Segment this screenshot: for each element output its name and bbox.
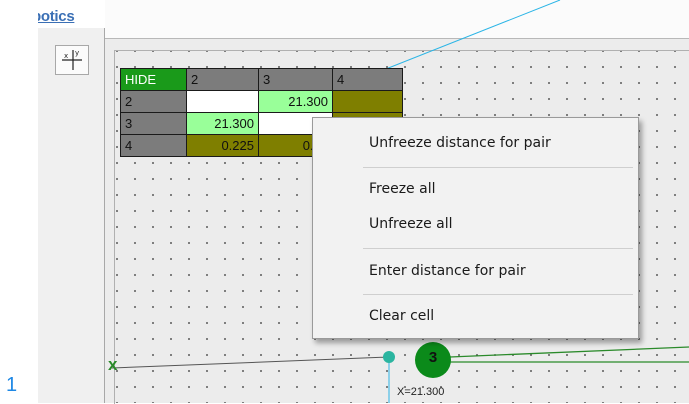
origin-marker: x bbox=[108, 355, 118, 374]
menu-item-unfreeze-pair[interactable]: Unfreeze distance for pair bbox=[369, 135, 551, 151]
context-menu: Unfreeze distance for pair Freeze all Un… bbox=[312, 117, 639, 339]
row-header: 4 bbox=[120, 134, 187, 157]
link-line-1 bbox=[449, 346, 689, 358]
table-cell[interactable]: 21.300 bbox=[186, 112, 259, 135]
table-cell[interactable] bbox=[186, 90, 259, 113]
hide-button[interactable]: HIDE bbox=[120, 68, 187, 91]
table-row: 2 21.300 bbox=[120, 90, 403, 113]
coordinate-readout: X=21.300 bbox=[397, 386, 445, 398]
menu-item-freeze-all[interactable]: Freeze all bbox=[369, 181, 435, 197]
menu-item-unfreeze-all[interactable]: Unfreeze all bbox=[369, 216, 453, 232]
base-line bbox=[111, 356, 390, 369]
menu-separator bbox=[363, 248, 633, 249]
table-cell[interactable]: 21.300 bbox=[258, 90, 333, 113]
table-cell[interactable] bbox=[332, 90, 403, 113]
column-header: 2 bbox=[186, 68, 259, 91]
column-header: 4 bbox=[332, 68, 403, 91]
menu-item-clear-cell[interactable]: Clear cell bbox=[369, 308, 434, 324]
menu-separator bbox=[363, 167, 633, 168]
menu-separator bbox=[363, 294, 633, 295]
table-cell[interactable]: 0.225 bbox=[186, 134, 259, 157]
menu-item-enter-distance[interactable]: Enter distance for pair bbox=[369, 263, 526, 279]
table-header-row: HIDE 2 3 4 bbox=[120, 68, 403, 91]
row-header: 2 bbox=[120, 90, 187, 113]
column-header: 3 bbox=[258, 68, 333, 91]
node-label: 3 bbox=[428, 349, 438, 366]
row-header: 3 bbox=[120, 112, 187, 135]
anchor-point bbox=[383, 351, 395, 363]
